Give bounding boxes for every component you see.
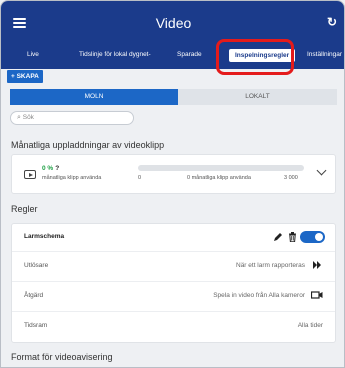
create-button[interactable]: + SKAPA [7, 70, 43, 83]
tab-live[interactable]: Live [27, 51, 39, 58]
rule-header: Larmschema [12, 224, 335, 252]
search-placeholder: Sök [22, 114, 34, 121]
rules-title: Regler [11, 204, 38, 214]
rule-enabled-toggle[interactable] [300, 231, 325, 243]
schedule-label: Tidsram [24, 322, 48, 329]
segment-local[interactable]: LOKALT [178, 89, 337, 105]
rule-action-row[interactable]: Åtgärd Spela in video från Alla kameror [12, 282, 335, 312]
app-frame: Video ↻ Live Tidslinje för lokal dygnet-… [0, 0, 345, 368]
page-title: Video [155, 15, 192, 31]
monthly-uploads-title: Månatliga uppladdningar av videoklipp [11, 140, 165, 150]
rule-trigger-row[interactable]: Utlösare När ett larm rapporteras [12, 252, 335, 282]
tab-saved[interactable]: Sparade [177, 51, 202, 58]
rule-name: Larmschema [24, 233, 65, 240]
tab-timeline[interactable]: Tidslinje för lokal dygnet- [79, 51, 151, 58]
usage-min: 0 [138, 175, 142, 181]
usage-progress-bar [138, 165, 304, 171]
action-value: Spela in video från Alla kameror [213, 292, 305, 299]
action-label: Åtgärd [24, 292, 44, 299]
video-camera-icon [311, 291, 323, 299]
usage-percent-value: 0 % [42, 165, 54, 172]
storage-segment: MOLN LOKALT [10, 89, 337, 105]
refresh-icon[interactable]: ↻ [327, 15, 337, 29]
usage-mid-label: 0 månatliga klipp använda [187, 175, 251, 181]
trigger-icon [313, 261, 321, 269]
video-clip-icon [24, 170, 36, 179]
highlight-box [216, 39, 294, 75]
trigger-label: Utlösare [24, 262, 49, 269]
usage-max: 3 000 [284, 175, 298, 181]
search-input[interactable]: ⌕ Sök [10, 111, 134, 125]
edit-icon[interactable] [273, 232, 283, 242]
help-icon[interactable]: ? [55, 165, 59, 172]
trash-icon[interactable] [288, 232, 297, 242]
segment-cloud[interactable]: MOLN [10, 89, 178, 105]
rule-schedule-row[interactable]: Tidsram Alla tider [12, 312, 335, 342]
schedule-value: Alla tider [297, 322, 323, 329]
usage-percent: 0 %? [42, 165, 59, 172]
rule-card: Larmschema Utlösare När ett larm rapport… [11, 223, 336, 343]
video-notification-format-title: Format för videoavisering [11, 352, 113, 362]
trigger-value: När ett larm rapporteras [236, 262, 305, 269]
monthly-usage-card: 0 %? månatliga klipp använda 0 0 månatli… [11, 154, 336, 194]
chevron-down-icon[interactable] [316, 165, 327, 176]
search-icon: ⌕ [17, 114, 21, 121]
usage-subtitle: månatliga klipp använda [42, 175, 102, 181]
tab-settings[interactable]: Inställningar [307, 51, 342, 58]
